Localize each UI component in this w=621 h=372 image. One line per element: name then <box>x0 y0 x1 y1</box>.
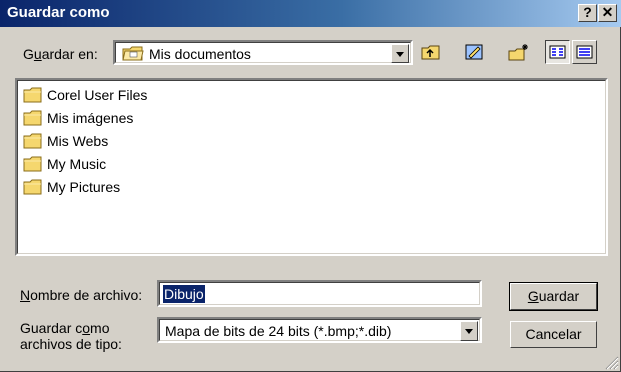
folder-icon <box>23 179 43 195</box>
desktop-button[interactable] <box>462 40 487 64</box>
resize-grip-icon[interactable] <box>605 356 619 370</box>
filename-input[interactable]: Dibujo <box>157 280 482 307</box>
cancel-button[interactable]: Cancelar <box>510 321 597 348</box>
new-folder-button[interactable] <box>505 40 530 64</box>
file-name: Mis Webs <box>47 133 109 149</box>
file-name: Corel User Files <box>47 87 148 103</box>
file-name: My Pictures <box>47 179 121 195</box>
file-name: Mis imágenes <box>47 110 134 126</box>
filename-value: Dibujo <box>163 285 205 303</box>
list-item[interactable]: Mis imágenes <box>23 107 133 129</box>
up-one-level-button[interactable] <box>418 40 443 64</box>
filename-label: Nombre de archivo: <box>20 287 143 303</box>
save-in-dropdown[interactable]: Mis documentos <box>113 40 413 65</box>
list-item[interactable]: My Pictures <box>23 176 120 198</box>
save-in-label: Guardar en: <box>23 46 98 62</box>
folder-icon <box>23 87 43 103</box>
folder-icon <box>23 133 43 149</box>
filetype-label: Guardar como archivos de tipo: <box>20 320 122 352</box>
folder-icon <box>23 156 43 172</box>
file-name: My Music <box>47 156 107 172</box>
save-in-dropdown-arrow[interactable] <box>391 44 409 63</box>
save-as-dialog: Guardar como ? ✕ Guardar en: Mis documen… <box>0 0 621 372</box>
my-documents-folder-icon <box>122 45 144 65</box>
list-item[interactable]: My Music <box>23 153 106 175</box>
filetype-dropdown[interactable]: Mapa de bits de 24 bits (*.bmp;*.dib) <box>157 317 482 343</box>
list-item[interactable]: Mis Webs <box>23 130 108 152</box>
filetype-dropdown-arrow[interactable] <box>460 321 478 341</box>
details-view-button[interactable] <box>572 40 597 64</box>
list-item[interactable]: Corel User Files <box>23 84 147 106</box>
window-title: Guardar como <box>7 4 110 21</box>
list-view-button[interactable] <box>545 40 570 64</box>
title-bar[interactable]: Guardar como ? ✕ <box>0 0 621 27</box>
close-button[interactable]: ✕ <box>598 4 617 22</box>
save-button[interactable]: Guardar <box>509 282 598 311</box>
filetype-value: Mapa de bits de 24 bits (*.bmp;*.dib) <box>165 323 392 339</box>
file-list[interactable]: Corel User Files Mis imágenes Mis Webs My M… <box>15 78 608 256</box>
folder-icon <box>23 110 43 126</box>
save-in-value: Mis documentos <box>149 46 251 62</box>
help-button[interactable]: ? <box>578 4 597 22</box>
